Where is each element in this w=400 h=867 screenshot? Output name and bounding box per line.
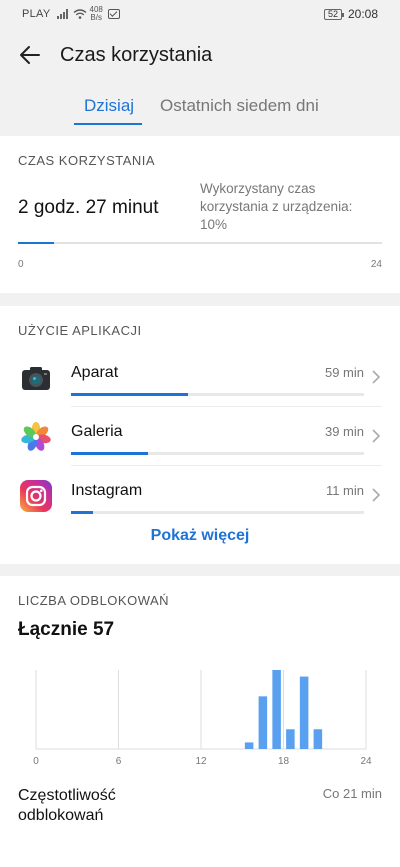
screen-time-note: Wykorzystany czas korzystania z urządzen…	[200, 181, 353, 232]
arrow-left-icon	[20, 46, 40, 64]
tab-today[interactable]: Dzisiaj	[84, 96, 134, 116]
tab-indicator	[74, 123, 142, 125]
screen-time-axis-min: 0	[18, 259, 24, 270]
chart-x-tick-label: 24	[360, 756, 372, 767]
gallery-flower-icon	[21, 422, 51, 451]
tab-bar: Dzisiaj Ostatnich siedem dni	[0, 88, 400, 132]
app-usage-bar-fill	[71, 452, 149, 455]
chart-x-tick-label: 0	[33, 756, 39, 767]
screen-time-section-title: CZAS KORZYSTANIA	[18, 153, 156, 168]
screen-time-total: 2 godz. 27 minut	[18, 197, 159, 218]
back-button[interactable]	[0, 28, 60, 82]
chevron-right-icon	[372, 370, 381, 384]
divider	[71, 465, 382, 466]
app-usage-bar-fill	[71, 511, 93, 514]
chevron-right-icon	[372, 429, 381, 443]
chart-x-tick-label: 12	[195, 756, 207, 767]
page-title: Czas korzystania	[60, 43, 213, 66]
divider	[71, 406, 382, 407]
chart-bar	[272, 670, 281, 749]
chart-x-tick-label: 18	[278, 756, 290, 767]
app-bar: Czas korzystania	[0, 28, 400, 82]
app-usage-bar-track	[71, 452, 364, 455]
app-name: Instagram	[71, 482, 143, 499]
camera-icon	[22, 367, 50, 390]
chart-bar	[258, 696, 268, 749]
signal-icon	[56, 9, 68, 19]
app-row-instagram[interactable]: Instagram 11 min	[0, 467, 400, 525]
carrier-name: PLAY	[22, 8, 51, 20]
app-name: Galeria	[71, 423, 123, 440]
chart-bar	[286, 729, 295, 749]
status-bar: PLAY 408 B/s 52 20:08	[0, 0, 400, 28]
app-usage-card: UŻYCIE APLIKACJI Aparat 59 min Galeria 3…	[0, 306, 400, 564]
network-speed: 408 B/s	[90, 6, 103, 22]
show-more-button[interactable]: Pokaż więcej	[0, 527, 400, 545]
chart-bar	[299, 676, 309, 749]
app-row-aparat[interactable]: Aparat 59 min	[0, 349, 400, 407]
app-time: 39 min	[324, 424, 364, 439]
screen-time-progress-fill	[18, 242, 55, 244]
app-time: 59 min	[324, 365, 364, 380]
message-icon	[107, 9, 120, 19]
unlocks-total: Łącznie 57	[18, 619, 115, 640]
unlock-frequency-value: Co 21 min	[322, 786, 382, 801]
unlocks-section-title: LICZBA ODBLOKOWAŃ	[18, 593, 170, 608]
screen-time-card: CZAS KORZYSTANIA 2 godz. 27 minut Wykorz…	[0, 136, 400, 293]
unlocks-card: LICZBA ODBLOKOWAŃ Łącznie 57 0 6 12 18 24 Cz…	[0, 576, 400, 867]
app-usage-section-title: UŻYCIE APLIKACJI	[18, 323, 142, 338]
screen-time-axis-max: 24	[370, 259, 382, 270]
chevron-right-icon	[372, 488, 381, 502]
instagram-icon	[20, 480, 52, 512]
app-usage-bar-track	[71, 511, 364, 514]
chart-x-tick-label: 6	[116, 756, 122, 767]
battery-icon: 52	[323, 8, 344, 20]
network-speed-unit: B/s	[90, 13, 102, 22]
screen-time-progress-track	[18, 242, 382, 244]
app-time: 11 min	[325, 483, 364, 498]
app-row-galeria[interactable]: Galeria 39 min	[0, 408, 400, 466]
chart-bar	[313, 729, 323, 749]
tab-last-seven-days[interactable]: Ostatnich siedem dni	[160, 96, 319, 116]
unlocks-hourly-chart: 0 6 12 18 24	[33, 670, 372, 767]
unlock-frequency-label: Częstotliwość odblokowań	[18, 787, 116, 824]
app-usage-bar-fill	[71, 393, 189, 396]
chart-bar	[244, 742, 254, 749]
wifi-icon	[73, 9, 86, 19]
app-name: Aparat	[71, 364, 119, 381]
clock: 20:08	[347, 7, 378, 21]
app-usage-bar-track	[71, 393, 364, 396]
